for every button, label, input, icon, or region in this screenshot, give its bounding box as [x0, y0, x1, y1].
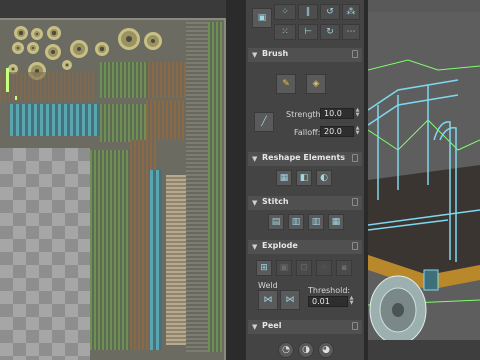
uv-island	[166, 175, 186, 345]
explode-rollout-header[interactable]: ▼ Explode	[248, 240, 362, 254]
weld-all-icon[interactable]: ⋈	[280, 290, 300, 310]
uv-ring-island	[27, 42, 39, 54]
uv-ring-island	[14, 26, 28, 40]
reshape-rollout-header[interactable]: ▼ Reshape Elements	[248, 152, 362, 166]
collapse-triangle-icon: ▼	[252, 155, 258, 163]
pin-icon	[352, 242, 358, 250]
selection-marker	[6, 68, 9, 92]
command-panel: ▣ ⁘ ‖ ↺ ⁂ ⁙ ⊢ ↻ ⋯ ▼ Brush ✎ ◈ ╱ Strength…	[246, 0, 364, 360]
uv-island	[90, 150, 130, 350]
rotate-ccw-icon[interactable]: ↺	[320, 4, 340, 20]
pin-icon	[352, 50, 358, 58]
explode-by-material-icon[interactable]: ⊡	[296, 260, 312, 276]
peel-rollout-header[interactable]: ▼ Peel	[248, 320, 362, 334]
threshold-label: Threshold:	[308, 286, 351, 295]
uv-ring-island	[62, 60, 72, 70]
distribute-icon[interactable]: ⋯	[342, 24, 360, 40]
pin-icon	[352, 198, 358, 206]
pin-icon	[352, 322, 358, 330]
panel-scrollbar-gutter[interactable]	[226, 0, 246, 360]
strength-spinner[interactable]: ▲ ▼	[354, 108, 361, 119]
uv-ring-island	[95, 42, 109, 56]
rotate-cw-icon[interactable]: ↻	[320, 24, 340, 40]
uv-ring-island	[12, 42, 24, 54]
relax-sphere-icon[interactable]: ◐	[316, 170, 332, 186]
uv-ring-island	[118, 28, 140, 50]
3d-viewport[interactable]	[368, 0, 480, 360]
brush-rollout-header[interactable]: ▼ Brush	[248, 48, 362, 62]
collapse-triangle-icon: ▼	[252, 199, 258, 207]
pinch-brush-icon[interactable]: ╱	[254, 112, 274, 132]
uv-island	[100, 104, 146, 142]
explode-flatten-icon[interactable]: ▪	[336, 260, 352, 276]
strength-label: Strength:	[286, 110, 324, 119]
explode-to-islands-icon[interactable]: ⁘	[316, 260, 332, 276]
uv-island	[186, 22, 208, 352]
uv-ring-island	[45, 44, 61, 60]
relax-cube-icon[interactable]: ◧	[296, 170, 312, 186]
collapse-triangle-icon: ▼	[252, 243, 258, 251]
peel-reset-icon[interactable]: ◕	[318, 342, 334, 358]
uv-island	[10, 104, 100, 136]
selection-marker	[15, 96, 17, 100]
brush-title: Brush	[262, 49, 289, 58]
weld-label: Weld	[258, 281, 278, 290]
stitch-title: Stitch	[262, 197, 289, 206]
threshold-spinner[interactable]: ▲ ▼	[348, 296, 355, 307]
peel-title: Peel	[262, 321, 282, 330]
select-icon[interactable]: ▣	[252, 8, 272, 28]
threshold-field[interactable]: 0.01	[308, 296, 348, 307]
uv-island	[146, 100, 186, 140]
uv-ring-island	[47, 26, 61, 40]
stitch-average-icon[interactable]: ▦	[328, 214, 344, 230]
uv-island	[208, 22, 222, 352]
move-uv-icon[interactable]: ⁘	[274, 4, 296, 20]
stitch-source-icon[interactable]: ▥	[288, 214, 304, 230]
uv-island	[148, 62, 188, 98]
uv-editor-canvas[interactable]	[0, 0, 226, 360]
pin-icon	[352, 154, 358, 162]
strength-field[interactable]: 10.0	[320, 108, 354, 119]
stitch-rollout-header[interactable]: ▼ Stitch	[248, 196, 362, 210]
falloff-spinner[interactable]: ▲ ▼	[354, 126, 361, 137]
peel-mode-icon[interactable]: ◑	[298, 342, 314, 358]
flip-icon[interactable]: ⁂	[342, 4, 360, 20]
relax-brush-icon[interactable]: ◈	[306, 74, 326, 94]
falloff-field[interactable]: 20.0	[320, 126, 354, 137]
align-icon[interactable]: ⊢	[298, 24, 318, 40]
cart-wireframe	[368, 12, 480, 360]
explode-by-smoothing-icon[interactable]: ▣	[276, 260, 292, 276]
weld-selected-icon[interactable]: ⋈	[258, 290, 278, 310]
scale-icon[interactable]: ⁙	[274, 24, 296, 40]
stretch-icon[interactable]: ‖	[298, 4, 318, 20]
uv-checker-area	[0, 148, 90, 360]
stitch-target-icon[interactable]: ▥	[308, 214, 324, 230]
reshape-title: Reshape Elements	[262, 153, 346, 162]
uv-ring-island	[31, 28, 43, 40]
uv-ring-island	[70, 40, 88, 58]
break-icon[interactable]: ⊞	[256, 260, 272, 276]
stitch-custom-icon[interactable]: ▤	[268, 214, 284, 230]
straighten-icon[interactable]: ▦	[276, 170, 292, 186]
explode-title: Explode	[262, 241, 298, 250]
paint-brush-icon[interactable]: ✎	[276, 74, 296, 94]
collapse-triangle-icon: ▼	[252, 51, 258, 59]
falloff-label: Falloff:	[294, 128, 321, 137]
quick-peel-icon[interactable]: ◔	[278, 342, 294, 358]
uv-island	[100, 62, 148, 98]
uv-ring-island	[144, 32, 162, 50]
collapse-triangle-icon: ▼	[252, 323, 258, 331]
uv-island	[150, 170, 162, 350]
